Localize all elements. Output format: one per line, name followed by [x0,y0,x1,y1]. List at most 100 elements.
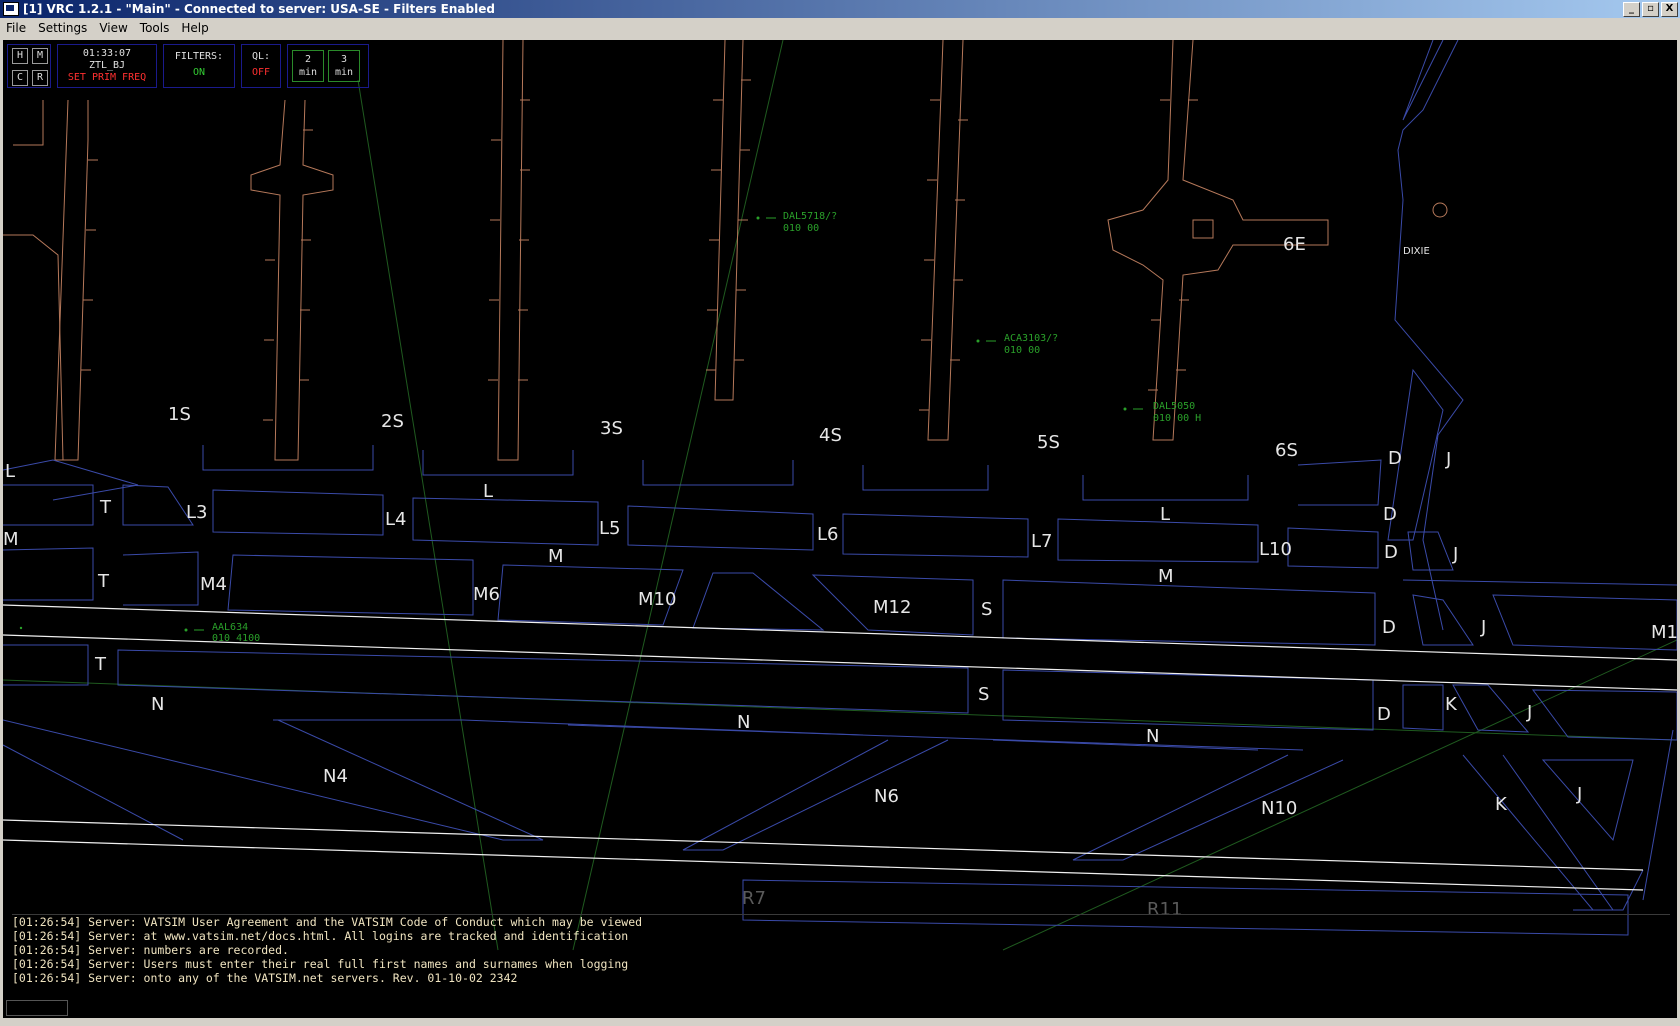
maximize-button[interactable]: ▫ [1642,2,1659,17]
aircraft-target-dot [19,626,23,630]
taxiway-lines [3,40,1677,911]
taxiway-label: D [1388,448,1402,469]
r-button[interactable]: R [32,70,48,86]
taxiway-label: N [1146,726,1159,747]
menu-settings[interactable]: Settings [38,21,87,35]
taxiway-label: M [548,546,564,567]
taxiway-label: K [1445,694,1458,715]
ql-box[interactable]: QL: OFF [241,44,281,88]
taxiway-label: N4 [323,766,348,787]
taxiway-label: M12 [873,597,911,618]
taxiway-label: J [1445,449,1451,470]
taxiway-label: D [1377,704,1391,725]
timer-value: 2 [304,54,312,65]
message-line: [01:26:54] Server: Users must enter thei… [12,957,629,971]
menu-tools[interactable]: Tools [140,21,170,35]
taxiway-label: L10 [1259,539,1292,560]
taxiway-label: N6 [874,786,899,807]
taxiway-label: T [97,571,110,592]
radar-scope[interactable]: DIXIE 1S 2S 3S 4S 5S 6S 6E L L L L3 L4 L… [3,40,1677,998]
datablock-altitude: 010 4100 [212,633,260,644]
taxiway-label: L5 [599,518,620,539]
command-bar [3,998,1677,1018]
taxiway-label: D [1384,542,1398,563]
timers-box: 2 min 3 min [287,44,369,88]
taxiway-label: T [94,654,107,675]
runway-lines [3,604,1677,891]
controller-callsign: ZTL_BJ [88,60,126,71]
taxiway-label: L3 [186,502,207,523]
message-line: [01:26:54] Server: VATSIM User Agreement… [12,915,643,929]
datablock-altitude: 010 00 H [1153,413,1201,424]
datablock-altitude: 010 00 [783,223,819,234]
taxiway-label: S [978,684,989,705]
m-button[interactable]: M [32,48,48,64]
menu-help[interactable]: Help [181,21,208,35]
taxiway-label: M1E [1651,622,1677,643]
hmcr-buttons: H M C R [7,44,51,88]
aircraft-target[interactable]: AAL634 010 4100 [184,622,261,644]
timer-3min-button[interactable]: 3 min [328,50,360,82]
concourse-lines [3,40,1329,461]
ql-label: QL: [251,51,271,62]
gate-label: 3S [600,418,623,439]
c-button[interactable]: C [12,70,28,86]
fix-label: DIXIE [1403,246,1430,257]
taxiway-label: L6 [817,524,838,545]
close-button[interactable]: X [1661,2,1678,17]
command-input[interactable] [71,1000,1671,1014]
minimize-button[interactable]: _ [1623,2,1640,17]
taxiway-label: N [151,694,164,715]
menu-file[interactable]: File [6,21,26,35]
taxiway-label: M10 [638,589,676,610]
timer-2min-button[interactable]: 2 min [292,50,324,82]
taxiway-label: D [1383,504,1397,525]
taxiway-label: J [1576,784,1582,805]
app-icon [3,2,19,16]
taxiway-label: T [99,497,112,518]
datablock-altitude: 010 00 [1004,345,1040,356]
timer-unit: min [298,67,318,78]
menu-bar: File Settings View Tools Help [0,18,1680,38]
gate-label: 6E [1283,234,1306,255]
message-line: [01:26:54] Server: numbers are recorded. [12,943,289,957]
menu-view[interactable]: View [99,21,127,35]
taxiway-label: M4 [200,574,227,595]
taxiway-label: N10 [1261,798,1297,819]
taxiway-label: M [1158,566,1174,587]
filters-box[interactable]: FILTERS: ON [163,44,235,88]
taxiway-label: J [1526,702,1532,723]
clock-time: 01:33:07 [82,48,132,59]
taxiway-label: M [3,529,19,550]
h-button[interactable]: H [12,48,28,64]
aircraft-target[interactable]: ACA3103/? 010 00 [976,333,1059,356]
taxiway-label: L [483,481,493,502]
fix-marker [1432,202,1448,218]
status-bar [0,1019,1680,1026]
gate-label: 1S [168,404,191,425]
gate-label: 2S [381,411,404,432]
gate-label: 4S [819,425,842,446]
window-title: [1] VRC 1.2.1 - "Main" - Connected to se… [23,2,495,16]
aircraft-target[interactable]: DAL5718/? 010 00 [756,211,838,234]
taxiway-label: L4 [385,509,406,530]
clock-box[interactable]: 01:33:07 ZTL_BJ SET PRIM FREQ [57,44,157,88]
taxiway-label: L [5,461,15,482]
filters-value: ON [192,67,206,78]
scope-toolbar: H M C R 01:33:07 ZTL_BJ SET PRIM FREQ FI… [7,44,369,88]
taxiway-label: K [1495,794,1508,815]
datablock-callsign: DAL5718/? [783,211,837,222]
datablock-callsign: ACA3103/? [1004,333,1058,344]
datablock-callsign: AAL634 [212,622,248,633]
taxiway-label: N [737,712,750,733]
gate-ticks [81,79,1198,421]
taxiway-label: L7 [1031,531,1052,552]
taxiway-label: L [1160,504,1170,525]
title-bar: [1] VRC 1.2.1 - "Main" - Connected to se… [0,0,1680,18]
message-line: [01:26:54] Server: onto any of the VATSI… [12,971,518,985]
taxiway-label: S [981,599,992,620]
prim-freq-warning: SET PRIM FREQ [67,72,147,83]
ql-value: OFF [251,67,271,78]
taxiway-label: J [1452,544,1458,565]
aircraft-target[interactable]: DAL5050 010 00 H [1123,401,1202,424]
